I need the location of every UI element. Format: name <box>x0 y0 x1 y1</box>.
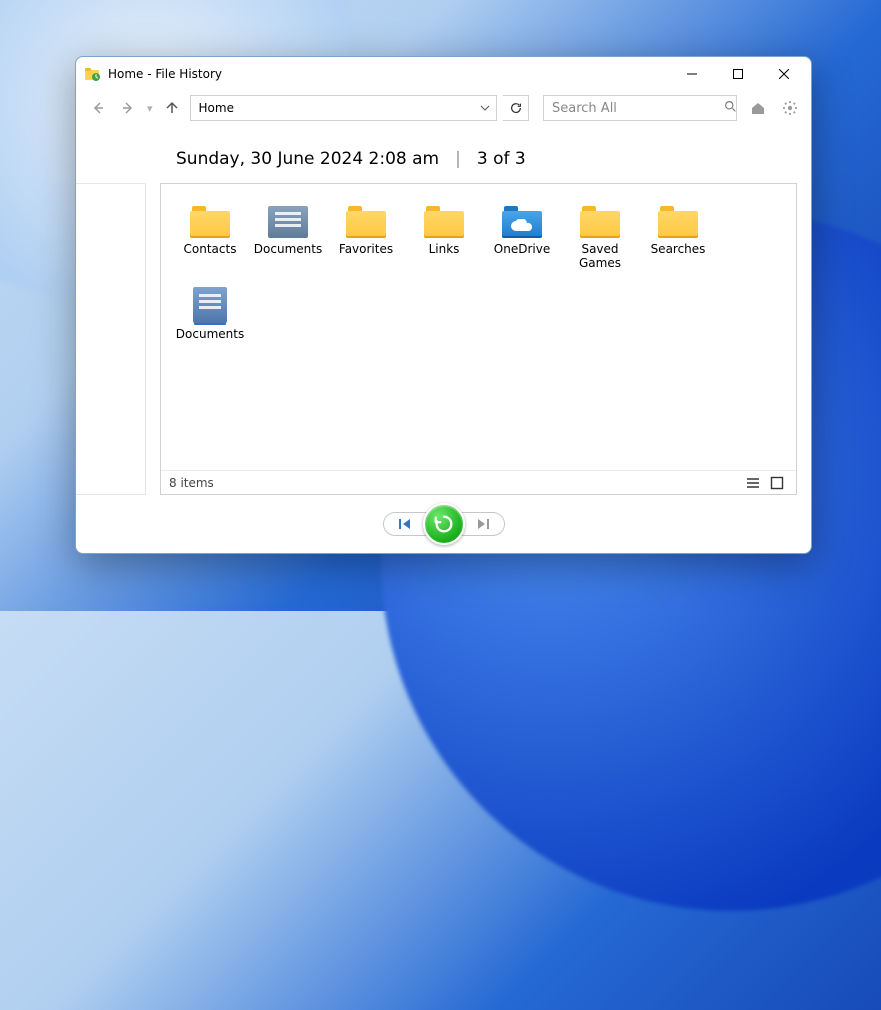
folder-pane: Contacts Documents Favorites Links OneDrive S… <box>160 183 797 495</box>
window-title: Home - File History <box>108 67 222 81</box>
search-box[interactable] <box>543 95 737 121</box>
onedrive-folder-icon <box>502 206 542 238</box>
folder-item-label: Favorites <box>339 242 393 256</box>
close-button[interactable] <box>761 59 807 89</box>
details-view-button[interactable] <box>742 472 764 494</box>
snapshot-position: 3 of 3 <box>477 149 526 169</box>
folder-item[interactable]: Favorites <box>327 194 405 275</box>
folder-item-label: Documents <box>254 242 322 256</box>
folder-item-label: Contacts <box>184 242 237 256</box>
documents-folder-icon <box>268 206 308 238</box>
content-area: Sunday, 30 June 2024 2:08 am | 3 of 3 Co… <box>76 131 811 495</box>
separator: | <box>455 149 461 169</box>
refresh-button[interactable] <box>503 95 529 121</box>
address-text: Home <box>191 101 474 115</box>
address-dropdown-icon[interactable] <box>474 103 496 113</box>
folder-item-label: Links <box>429 242 460 256</box>
search-icon <box>724 100 737 117</box>
status-bar: 8 items <box>161 470 796 494</box>
up-button[interactable] <box>160 96 184 120</box>
sidebar-panel <box>76 183 146 495</box>
folder-item-label: Saved Games <box>563 242 637 271</box>
folder-item[interactable]: Documents <box>249 194 327 275</box>
folder-icon <box>580 206 620 238</box>
minimize-button[interactable] <box>669 59 715 89</box>
version-controls <box>76 495 811 553</box>
folder-icon <box>658 206 698 238</box>
large-icons-view-button[interactable] <box>766 472 788 494</box>
folder-item[interactable]: Documents <box>171 279 249 345</box>
folder-item[interactable]: Searches <box>639 194 717 275</box>
snapshot-timestamp: Sunday, 30 June 2024 2:08 am <box>176 149 439 169</box>
folder-item-label: OneDrive <box>494 242 550 256</box>
folder-item[interactable]: Links <box>405 194 483 275</box>
folder-item-label: Documents <box>176 327 244 341</box>
app-icon <box>84 66 100 82</box>
folder-icon <box>346 206 386 238</box>
folder-item[interactable]: Saved Games <box>561 194 639 275</box>
titlebar: Home - File History <box>76 57 811 91</box>
search-input[interactable] <box>550 100 724 117</box>
home-icon[interactable] <box>747 97 769 119</box>
address-bar[interactable]: Home <box>190 95 497 121</box>
folder-grid[interactable]: Contacts Documents Favorites Links OneDrive S… <box>161 184 796 470</box>
item-count: 8 items <box>169 476 214 490</box>
folder-icon <box>190 206 230 238</box>
back-button[interactable] <box>86 96 110 120</box>
restore-button[interactable] <box>423 503 465 545</box>
snapshot-header: Sunday, 30 June 2024 2:08 am | 3 of 3 <box>90 131 797 183</box>
folder-item-label: Searches <box>651 242 706 256</box>
documents-library-icon <box>193 287 227 323</box>
forward-button[interactable] <box>116 96 140 120</box>
navigation-toolbar: ▾ Home <box>76 91 811 131</box>
file-history-window: Home - File History ▾ Home <box>75 56 812 554</box>
gear-icon[interactable] <box>779 97 801 119</box>
folder-icon <box>424 206 464 238</box>
history-dropdown-icon[interactable]: ▾ <box>146 102 154 115</box>
folder-item[interactable]: Contacts <box>171 194 249 275</box>
folder-item[interactable]: OneDrive <box>483 194 561 275</box>
maximize-button[interactable] <box>715 59 761 89</box>
